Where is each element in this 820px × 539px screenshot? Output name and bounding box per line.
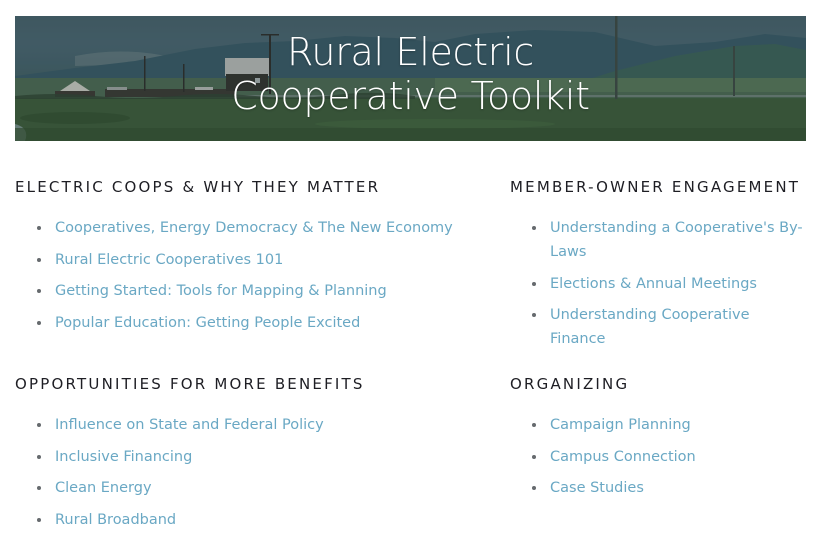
- section-heading: ORGANIZING: [510, 375, 630, 393]
- list-item: Understanding Cooperative Finance: [510, 303, 805, 351]
- list-item: Understanding a Cooperative's By-Laws: [510, 216, 805, 264]
- link-popular-education[interactable]: Popular Education: Getting People Excite…: [55, 315, 360, 331]
- bullet-icon: [37, 257, 41, 262]
- section-opportunities: OPPORTUNITIES FOR MORE BENEFITS Influenc…: [15, 375, 475, 539]
- banner-title: Rural Electric Cooperative Toolkit: [15, 30, 806, 118]
- bullet-icon: [37, 423, 41, 427]
- link-list: Cooperatives, Energy Democracy & The New…: [15, 216, 475, 335]
- link-elections-annual-meetings[interactable]: Elections & Annual Meetings: [550, 276, 757, 292]
- banner-title-line-1: Rural Electric: [287, 30, 534, 74]
- list-item: Influence on State and Federal Policy: [15, 413, 475, 437]
- link-list: Influence on State and Federal Policy In…: [15, 413, 475, 532]
- link-policy-influence[interactable]: Influence on State and Federal Policy: [55, 417, 324, 433]
- link-cooperative-finance[interactable]: Understanding Cooperative Finance: [550, 307, 750, 347]
- list-item: Case Studies: [510, 476, 805, 500]
- bullet-icon: [37, 289, 41, 293]
- bullet-icon: [37, 454, 41, 459]
- list-item: Popular Education: Getting People Excite…: [15, 311, 475, 335]
- banner-title-line-2: Cooperative Toolkit: [231, 74, 590, 118]
- bullet-icon: [37, 320, 41, 325]
- link-campus-connection[interactable]: Campus Connection: [550, 449, 696, 465]
- link-getting-started[interactable]: Getting Started: Tools for Mapping & Pla…: [55, 283, 387, 299]
- section-heading: OPPORTUNITIES FOR MORE BENEFITS: [15, 375, 365, 393]
- link-rural-electric-coops-101[interactable]: Rural Electric Cooperatives 101: [55, 252, 283, 268]
- bullet-icon: [532, 423, 536, 427]
- section-heading: ELECTRIC COOPS & WHY THEY MATTER: [15, 178, 381, 196]
- bullet-icon: [532, 281, 536, 286]
- hero-banner: Rural Electric Cooperative Toolkit: [15, 16, 806, 141]
- bullet-icon: [37, 517, 41, 522]
- link-inclusive-financing[interactable]: Inclusive Financing: [55, 449, 192, 465]
- bullet-icon: [532, 486, 536, 490]
- section-electric-coops: ELECTRIC COOPS & WHY THEY MATTER Coopera…: [15, 178, 475, 342]
- section-organizing: ORGANIZING Campaign Planning Campus Conn…: [510, 375, 805, 508]
- link-cooperatives-energy-democracy[interactable]: Cooperatives, Energy Democracy & The New…: [55, 220, 453, 236]
- link-list: Campaign Planning Campus Connection Case…: [510, 413, 805, 500]
- list-item: Cooperatives, Energy Democracy & The New…: [15, 216, 475, 240]
- list-item: Campaign Planning: [510, 413, 805, 437]
- bullet-icon: [532, 454, 536, 459]
- list-item: Rural Broadband: [15, 508, 475, 532]
- bullet-icon: [37, 486, 41, 490]
- list-item: Inclusive Financing: [15, 445, 475, 469]
- link-bylaws[interactable]: Understanding a Cooperative's By-Laws: [550, 220, 803, 260]
- list-item: Rural Electric Cooperatives 101: [15, 248, 475, 272]
- link-campaign-planning[interactable]: Campaign Planning: [550, 417, 691, 433]
- list-item: Getting Started: Tools for Mapping & Pla…: [15, 279, 475, 303]
- link-list: Understanding a Cooperative's By-Laws El…: [510, 216, 805, 351]
- list-item: Campus Connection: [510, 445, 805, 469]
- section-heading: MEMBER-OWNER ENGAGEMENT: [510, 178, 801, 196]
- link-rural-broadband[interactable]: Rural Broadband: [55, 512, 176, 528]
- list-item: Clean Energy: [15, 476, 475, 500]
- section-member-owner-engagement: MEMBER-OWNER ENGAGEMENT Understanding a …: [510, 178, 805, 359]
- link-clean-energy[interactable]: Clean Energy: [55, 480, 152, 496]
- bullet-icon: [532, 226, 536, 230]
- list-item: Elections & Annual Meetings: [510, 272, 805, 296]
- bullet-icon: [37, 226, 41, 230]
- bullet-icon: [532, 313, 536, 317]
- link-case-studies[interactable]: Case Studies: [550, 480, 644, 496]
